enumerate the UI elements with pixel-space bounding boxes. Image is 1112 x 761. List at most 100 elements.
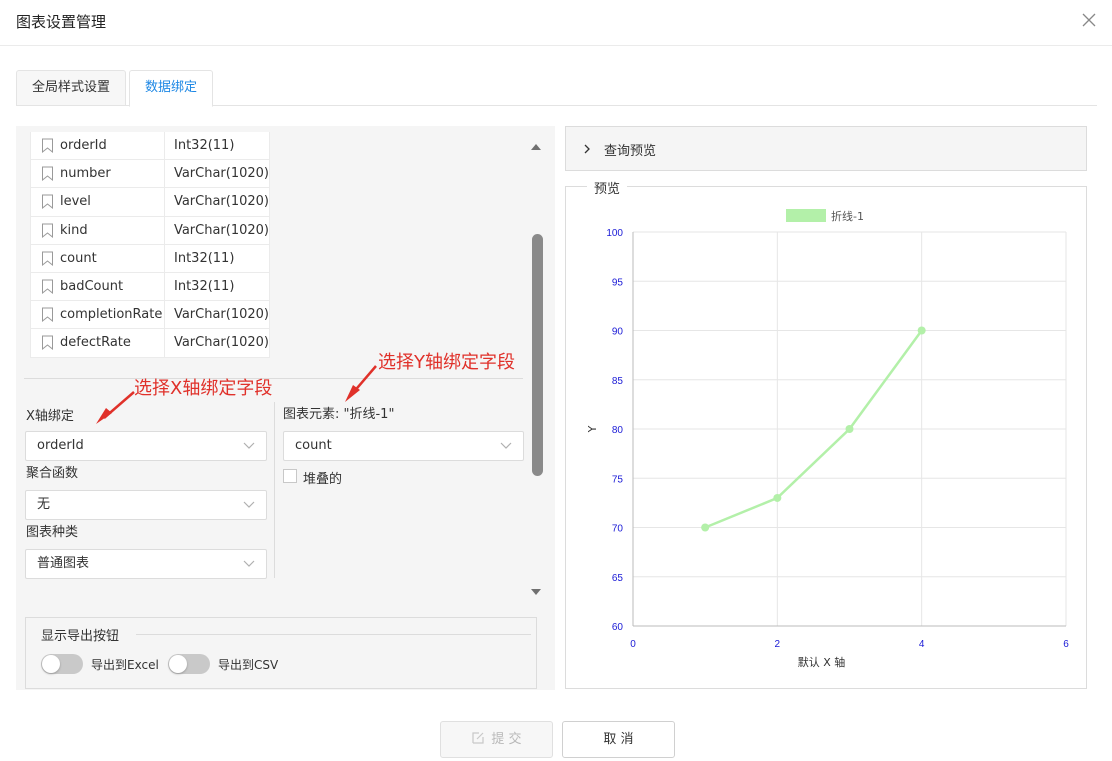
table-row[interactable]: badCount Int32(11) bbox=[31, 272, 269, 302]
scroll-up-arrow-icon[interactable] bbox=[531, 144, 541, 150]
close-icon[interactable] bbox=[1078, 9, 1100, 31]
data-point bbox=[773, 493, 782, 502]
dialog-header: 图表设置管理 bbox=[0, 0, 1112, 46]
y-tick-label: 100 bbox=[606, 228, 623, 239]
annotation-x: 选择X轴绑定字段 bbox=[134, 378, 273, 399]
field-name: count bbox=[60, 250, 97, 266]
aggregate-select[interactable]: 无 bbox=[25, 490, 267, 520]
x-tick-label: 4 bbox=[919, 639, 925, 650]
aggregate-label: 聚合函数 bbox=[26, 466, 79, 481]
x-field-select[interactable]: orderId bbox=[25, 431, 267, 461]
chevron-down-icon bbox=[243, 560, 255, 567]
data-point bbox=[917, 326, 926, 335]
export-csv-label: 导出到CSV bbox=[218, 658, 279, 672]
chart-type-value: 普通图表 bbox=[37, 556, 90, 571]
field-name: orderId bbox=[60, 138, 107, 154]
y-tick-label: 80 bbox=[612, 425, 624, 436]
annotation-arrow-icon bbox=[96, 391, 135, 424]
field-name: completionRate bbox=[60, 307, 163, 323]
export-excel-label: 导出到Excel bbox=[91, 658, 159, 672]
divider bbox=[24, 378, 523, 379]
field-name: defectRate bbox=[60, 335, 131, 351]
table-row[interactable]: orderId Int32(11) bbox=[31, 132, 269, 161]
preview-title: 预览 bbox=[587, 178, 628, 197]
chart-settings-dialog: 图表设置管理 全局样式设置 数据绑定 orderId Int32(11) numbe… bbox=[0, 0, 1112, 761]
y-field-value: count bbox=[295, 438, 332, 453]
chevron-down-icon bbox=[500, 442, 512, 449]
field-type: VarChar(1020) bbox=[173, 194, 269, 210]
bookmark-icon bbox=[42, 335, 53, 351]
table-row[interactable]: completionRate VarChar(1020) bbox=[31, 301, 269, 330]
data-point bbox=[845, 425, 854, 433]
submit-label: 提 交 bbox=[491, 732, 522, 747]
annotation-arrow-icon bbox=[345, 365, 377, 402]
line-chart: 60 65 70 75 80 85 90 95 100 0 2 4 6 默认 X 轴 Y 折线-1 bbox=[586, 209, 1069, 669]
tab-data-binding[interactable]: 数据绑定 bbox=[129, 70, 214, 107]
data-point bbox=[701, 523, 710, 532]
y-tick-label: 60 bbox=[612, 622, 624, 633]
chart-type-select[interactable]: 普通图表 bbox=[25, 549, 267, 579]
query-preview-toggle[interactable]: 查询预览 bbox=[565, 126, 1087, 171]
field-name: badCount bbox=[60, 279, 124, 295]
legend-swatch bbox=[786, 209, 826, 222]
field-name: kind bbox=[60, 222, 88, 238]
field-name: number bbox=[60, 166, 111, 182]
chart-type-label: 图表种类 bbox=[26, 525, 79, 540]
export-options: 显示导出按钮 导出到Excel 导出到CSV bbox=[25, 617, 537, 689]
divider bbox=[136, 634, 531, 635]
y-field-select[interactable]: count bbox=[283, 431, 524, 461]
binding-panel: orderId Int32(11) number VarChar(1020) level… bbox=[16, 126, 555, 690]
y-tick-label: 65 bbox=[612, 573, 624, 584]
bookmark-icon bbox=[42, 279, 53, 295]
bookmark-icon bbox=[42, 194, 53, 210]
field-type: VarChar(1020) bbox=[173, 307, 269, 323]
scroll-down-arrow-icon[interactable] bbox=[531, 589, 541, 595]
field-type: Int32(11) bbox=[174, 279, 235, 295]
x-bind-label: X轴绑定 bbox=[26, 409, 74, 424]
bookmark-icon bbox=[42, 223, 53, 238]
y-tick-label: 90 bbox=[612, 327, 624, 338]
x-field-value: orderId bbox=[37, 438, 84, 453]
table-row[interactable]: defectRate VarChar(1020) bbox=[31, 329, 269, 358]
tab-global-style[interactable]: 全局样式设置 bbox=[16, 70, 127, 106]
export-csv-toggle[interactable] bbox=[168, 654, 210, 674]
x-tick-label: 6 bbox=[1063, 639, 1069, 650]
bookmark-icon bbox=[42, 251, 53, 266]
x-axis-title: 默认 X 轴 bbox=[798, 655, 846, 669]
field-list: orderId Int32(11) number VarChar(1020) level… bbox=[30, 132, 270, 358]
aggregate-value: 无 bbox=[37, 497, 51, 512]
dialog-title: 图表设置管理 bbox=[16, 13, 107, 31]
scrollbar-thumb[interactable] bbox=[532, 234, 543, 476]
export-excel-toggle[interactable] bbox=[41, 654, 83, 674]
y-tick-label: 85 bbox=[612, 376, 624, 387]
x-tick-label: 2 bbox=[775, 639, 781, 650]
bookmark-icon bbox=[42, 307, 53, 323]
table-row[interactable]: count Int32(11) bbox=[31, 244, 269, 273]
stacked-checkbox[interactable] bbox=[283, 469, 297, 483]
annotation-y: 选择Y轴绑定字段 bbox=[378, 352, 515, 373]
bookmark-icon bbox=[42, 138, 53, 154]
stacked-label: 堆叠的 bbox=[303, 472, 343, 487]
field-name: level bbox=[60, 194, 91, 210]
edit-icon bbox=[472, 732, 485, 744]
field-type: Int32(11) bbox=[174, 250, 235, 266]
field-type: VarChar(1020) bbox=[173, 335, 269, 351]
bookmark-icon bbox=[42, 166, 53, 182]
x-tick-label: 0 bbox=[630, 639, 636, 650]
field-type: Int32(11) bbox=[174, 138, 235, 154]
preview-panel: 60 65 70 75 80 85 90 95 100 0 2 4 6 默认 X 轴 Y 折线-1 预览 bbox=[565, 178, 1087, 689]
table-row[interactable]: kind VarChar(1020) bbox=[31, 216, 269, 245]
y-tick-label: 70 bbox=[612, 524, 624, 535]
chevron-down-icon bbox=[243, 442, 255, 449]
table-row[interactable]: number VarChar(1020) bbox=[31, 160, 269, 189]
export-title: 显示导出按钮 bbox=[41, 625, 126, 644]
divider bbox=[274, 402, 275, 578]
legend-label: 折线-1 bbox=[831, 209, 864, 223]
cancel-button[interactable]: 取 消 bbox=[562, 721, 675, 758]
y-tick-label: 95 bbox=[612, 277, 624, 288]
chevron-right-icon bbox=[584, 144, 590, 154]
submit-button[interactable]: 提 交 bbox=[440, 721, 553, 758]
table-row[interactable]: level VarChar(1020) bbox=[31, 188, 269, 217]
tab-bar: 全局样式设置 数据绑定 bbox=[16, 70, 1097, 107]
query-preview-label: 查询预览 bbox=[604, 144, 657, 159]
